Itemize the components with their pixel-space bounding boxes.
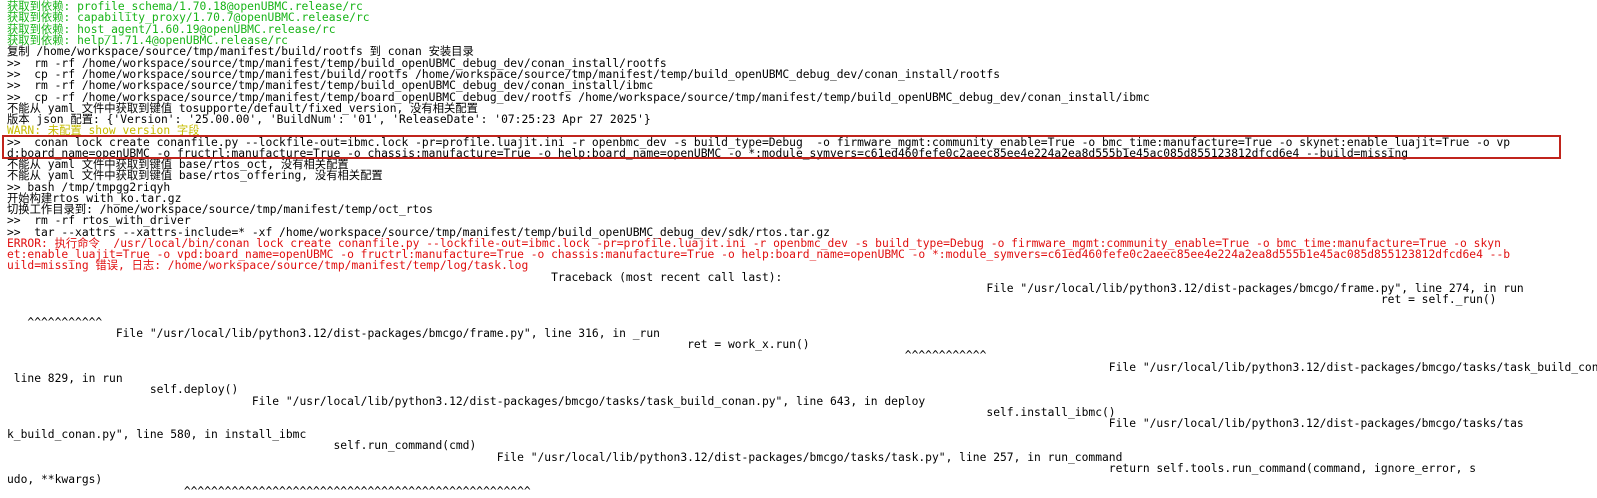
traceback-line: udo, **kwargs) (7, 473, 103, 486)
highlight-box (2, 135, 1561, 159)
terminal-line: 不能从 yaml 文件中获取到键值 base/rtos_offering, 没有… (7, 169, 383, 182)
terminal-line: 复制 /home/workspace/source/tmp/manifest/b… (7, 45, 474, 58)
traceback-line: ret = self._run() (7, 293, 1497, 306)
traceback-line: return self.tools.run_command(command, i… (7, 462, 1477, 475)
error-line: uild=missing 错误, 日志: /home/workspace/sou… (7, 259, 529, 272)
traceback-line: self.deploy() (7, 383, 239, 396)
terminal-line: >> rm -rf /home/workspace/source/tmp/man… (7, 79, 654, 92)
terminal-line: 获取到依赖: capability_proxy/1.70.7@openUBMC.… (7, 11, 370, 24)
terminal-line: >> rm -rf rtos_with_driver (7, 214, 191, 227)
terminal-output[interactable]: 获取到依赖: profile_schema/1.70.18@openUBMC.r… (0, 0, 1597, 498)
traceback-line: self.run_command(cmd) (7, 439, 477, 452)
traceback-line: ^^^^^^^^^^^^ (7, 349, 987, 362)
traceback-line: ^^^^^^^^^^^^^^^^^^^^^^^^^^^^^^^^^^^^^^^^… (7, 485, 531, 498)
traceback-line: File "/usr/local/lib/python3.12/dist-pac… (7, 361, 1597, 374)
